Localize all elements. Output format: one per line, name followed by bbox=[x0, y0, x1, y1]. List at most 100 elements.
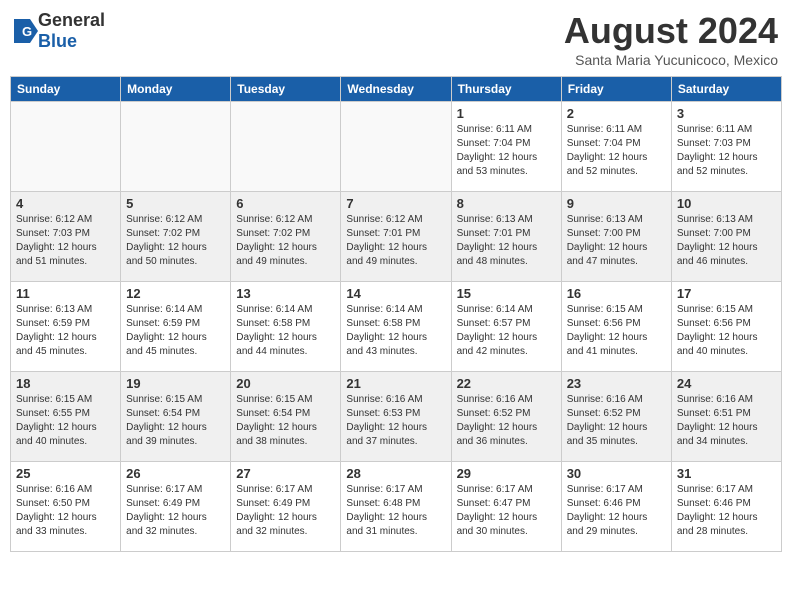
weekday-header-monday: Monday bbox=[121, 77, 231, 102]
day-info: Sunrise: 6:14 AM Sunset: 6:58 PM Dayligh… bbox=[236, 303, 335, 359]
calendar-day-cell: 29 Sunrise: 6:17 AM Sunset: 6:47 PM Dayli… bbox=[451, 462, 561, 552]
day-info: Sunrise: 6:16 AM Sunset: 6:51 PM Dayligh… bbox=[677, 393, 776, 449]
calendar-day-cell: 25 Sunrise: 6:16 AM Sunset: 6:50 PM Dayli… bbox=[11, 462, 121, 552]
day-number: 31 bbox=[677, 466, 776, 481]
day-number: 4 bbox=[16, 196, 115, 211]
calendar-day-cell: 15Sunrise: 6:14 AM Sunset: 6:57 PM Dayli… bbox=[451, 282, 561, 372]
calendar-day-cell: 3 Sunrise: 6:11 AM Sunset: 7:03 PM Daylig… bbox=[671, 102, 781, 192]
logo: G General Blue bbox=[14, 10, 105, 52]
calendar-day-cell: 21 Sunrise: 6:16 AM Sunset: 6:53 PM Dayli… bbox=[341, 372, 451, 462]
calendar-day-cell bbox=[11, 102, 121, 192]
calendar-day-cell: 7 Sunrise: 6:12 AM Sunset: 7:01 PM Daylig… bbox=[341, 192, 451, 282]
calendar-day-cell: 22Sunrise: 6:16 AM Sunset: 6:52 PM Dayli… bbox=[451, 372, 561, 462]
calendar-day-cell: 11 Sunrise: 6:13 AM Sunset: 6:59 PM Dayli… bbox=[11, 282, 121, 372]
calendar-day-cell: 20Sunrise: 6:15 AM Sunset: 6:54 PM Dayli… bbox=[231, 372, 341, 462]
weekday-header-row: SundayMondayTuesdayWednesdayThursdayFrid… bbox=[11, 77, 782, 102]
page-header: G General Blue August 2024 Santa Maria Y… bbox=[10, 10, 782, 68]
day-number: 10 bbox=[677, 196, 776, 211]
day-info: Sunrise: 6:15 AM Sunset: 6:55 PM Dayligh… bbox=[16, 393, 115, 449]
day-info: Sunrise: 6:12 AM Sunset: 7:02 PM Dayligh… bbox=[126, 213, 225, 269]
day-info: Sunrise: 6:17 AM Sunset: 6:48 PM Dayligh… bbox=[346, 483, 445, 539]
calendar-day-cell: 12Sunrise: 6:14 AM Sunset: 6:59 PM Dayli… bbox=[121, 282, 231, 372]
calendar-week-row: 1Sunrise: 6:11 AM Sunset: 7:04 PM Daylig… bbox=[11, 102, 782, 192]
title-block: August 2024 Santa Maria Yucunicoco, Mexi… bbox=[564, 10, 778, 68]
day-info: Sunrise: 6:15 AM Sunset: 6:54 PM Dayligh… bbox=[126, 393, 225, 449]
day-number: 27 bbox=[236, 466, 335, 481]
calendar-day-cell: 17Sunrise: 6:15 AM Sunset: 6:56 PM Dayli… bbox=[671, 282, 781, 372]
calendar-day-cell: 24 Sunrise: 6:16 AM Sunset: 6:51 PM Dayli… bbox=[671, 372, 781, 462]
calendar-day-cell: 9 Sunrise: 6:13 AM Sunset: 7:00 PM Daylig… bbox=[561, 192, 671, 282]
weekday-header-saturday: Saturday bbox=[671, 77, 781, 102]
day-info: Sunrise: 6:11 AM Sunset: 7:03 PM Dayligh… bbox=[677, 123, 776, 179]
day-number: 21 bbox=[346, 376, 445, 391]
day-info: Sunrise: 6:15 AM Sunset: 6:54 PM Dayligh… bbox=[236, 393, 335, 449]
day-number: 28 bbox=[346, 466, 445, 481]
day-number: 9 bbox=[567, 196, 666, 211]
day-info: Sunrise: 6:12 AM Sunset: 7:01 PM Dayligh… bbox=[346, 213, 445, 269]
day-info: Sunrise: 6:13 AM Sunset: 7:00 PM Dayligh… bbox=[567, 213, 666, 269]
day-number: 18 bbox=[16, 376, 115, 391]
day-info: Sunrise: 6:16 AM Sunset: 6:53 PM Dayligh… bbox=[346, 393, 445, 449]
calendar-day-cell: 23Sunrise: 6:16 AM Sunset: 6:52 PM Dayli… bbox=[561, 372, 671, 462]
day-number: 23 bbox=[567, 376, 666, 391]
day-number: 13 bbox=[236, 286, 335, 301]
day-info: Sunrise: 6:13 AM Sunset: 6:59 PM Dayligh… bbox=[16, 303, 115, 359]
day-info: Sunrise: 6:17 AM Sunset: 6:46 PM Dayligh… bbox=[677, 483, 776, 539]
day-info: Sunrise: 6:16 AM Sunset: 6:50 PM Dayligh… bbox=[16, 483, 115, 539]
day-info: Sunrise: 6:17 AM Sunset: 6:46 PM Dayligh… bbox=[567, 483, 666, 539]
weekday-header-wednesday: Wednesday bbox=[341, 77, 451, 102]
day-number: 2 bbox=[567, 106, 666, 121]
calendar-day-cell: 13 Sunrise: 6:14 AM Sunset: 6:58 PM Dayli… bbox=[231, 282, 341, 372]
logo-general: General bbox=[38, 10, 105, 30]
day-number: 3 bbox=[677, 106, 776, 121]
day-info: Sunrise: 6:11 AM Sunset: 7:04 PM Dayligh… bbox=[457, 123, 556, 179]
day-info: Sunrise: 6:17 AM Sunset: 6:49 PM Dayligh… bbox=[236, 483, 335, 539]
calendar-day-cell: 5Sunrise: 6:12 AM Sunset: 7:02 PM Daylig… bbox=[121, 192, 231, 282]
calendar-day-cell: 30 Sunrise: 6:17 AM Sunset: 6:46 PM Dayli… bbox=[561, 462, 671, 552]
calendar-day-cell: 18 Sunrise: 6:15 AM Sunset: 6:55 PM Dayli… bbox=[11, 372, 121, 462]
day-number: 8 bbox=[457, 196, 556, 211]
day-info: Sunrise: 6:12 AM Sunset: 7:03 PM Dayligh… bbox=[16, 213, 115, 269]
day-number: 29 bbox=[457, 466, 556, 481]
day-number: 7 bbox=[346, 196, 445, 211]
day-number: 11 bbox=[16, 286, 115, 301]
calendar-day-cell bbox=[121, 102, 231, 192]
calendar-day-cell: 26Sunrise: 6:17 AM Sunset: 6:49 PM Dayli… bbox=[121, 462, 231, 552]
calendar-week-row: 11 Sunrise: 6:13 AM Sunset: 6:59 PM Dayli… bbox=[11, 282, 782, 372]
weekday-header-sunday: Sunday bbox=[11, 77, 121, 102]
calendar-day-cell: 8 Sunrise: 6:13 AM Sunset: 7:01 PM Daylig… bbox=[451, 192, 561, 282]
logo-blue: Blue bbox=[38, 31, 77, 51]
day-info: Sunrise: 6:17 AM Sunset: 6:47 PM Dayligh… bbox=[457, 483, 556, 539]
weekday-header-thursday: Thursday bbox=[451, 77, 561, 102]
calendar-day-cell: 2 Sunrise: 6:11 AM Sunset: 7:04 PM Daylig… bbox=[561, 102, 671, 192]
page-title: August 2024 bbox=[564, 10, 778, 52]
day-info: Sunrise: 6:11 AM Sunset: 7:04 PM Dayligh… bbox=[567, 123, 666, 179]
day-number: 14 bbox=[346, 286, 445, 301]
calendar-day-cell: 4 Sunrise: 6:12 AM Sunset: 7:03 PM Daylig… bbox=[11, 192, 121, 282]
day-number: 12 bbox=[126, 286, 225, 301]
day-number: 24 bbox=[677, 376, 776, 391]
calendar-day-cell: 31 Sunrise: 6:17 AM Sunset: 6:46 PM Dayli… bbox=[671, 462, 781, 552]
day-info: Sunrise: 6:14 AM Sunset: 6:58 PM Dayligh… bbox=[346, 303, 445, 359]
svg-text:G: G bbox=[22, 24, 32, 39]
day-info: Sunrise: 6:15 AM Sunset: 6:56 PM Dayligh… bbox=[567, 303, 666, 359]
calendar-day-cell bbox=[231, 102, 341, 192]
calendar-week-row: 4 Sunrise: 6:12 AM Sunset: 7:03 PM Daylig… bbox=[11, 192, 782, 282]
day-number: 25 bbox=[16, 466, 115, 481]
calendar-day-cell: 6Sunrise: 6:12 AM Sunset: 7:02 PM Daylig… bbox=[231, 192, 341, 282]
calendar-day-cell: 10Sunrise: 6:13 AM Sunset: 7:00 PM Dayli… bbox=[671, 192, 781, 282]
calendar-week-row: 18 Sunrise: 6:15 AM Sunset: 6:55 PM Dayli… bbox=[11, 372, 782, 462]
calendar-table: SundayMondayTuesdayWednesdayThursdayFrid… bbox=[10, 76, 782, 552]
calendar-week-row: 25 Sunrise: 6:16 AM Sunset: 6:50 PM Dayli… bbox=[11, 462, 782, 552]
day-number: 6 bbox=[236, 196, 335, 211]
calendar-day-cell: 14 Sunrise: 6:14 AM Sunset: 6:58 PM Dayli… bbox=[341, 282, 451, 372]
calendar-day-cell bbox=[341, 102, 451, 192]
day-number: 15 bbox=[457, 286, 556, 301]
calendar-day-cell: 1Sunrise: 6:11 AM Sunset: 7:04 PM Daylig… bbox=[451, 102, 561, 192]
day-number: 30 bbox=[567, 466, 666, 481]
day-info: Sunrise: 6:13 AM Sunset: 7:01 PM Dayligh… bbox=[457, 213, 556, 269]
location-subtitle: Santa Maria Yucunicoco, Mexico bbox=[564, 52, 778, 68]
day-info: Sunrise: 6:16 AM Sunset: 6:52 PM Dayligh… bbox=[457, 393, 556, 449]
weekday-header-tuesday: Tuesday bbox=[231, 77, 341, 102]
weekday-header-friday: Friday bbox=[561, 77, 671, 102]
